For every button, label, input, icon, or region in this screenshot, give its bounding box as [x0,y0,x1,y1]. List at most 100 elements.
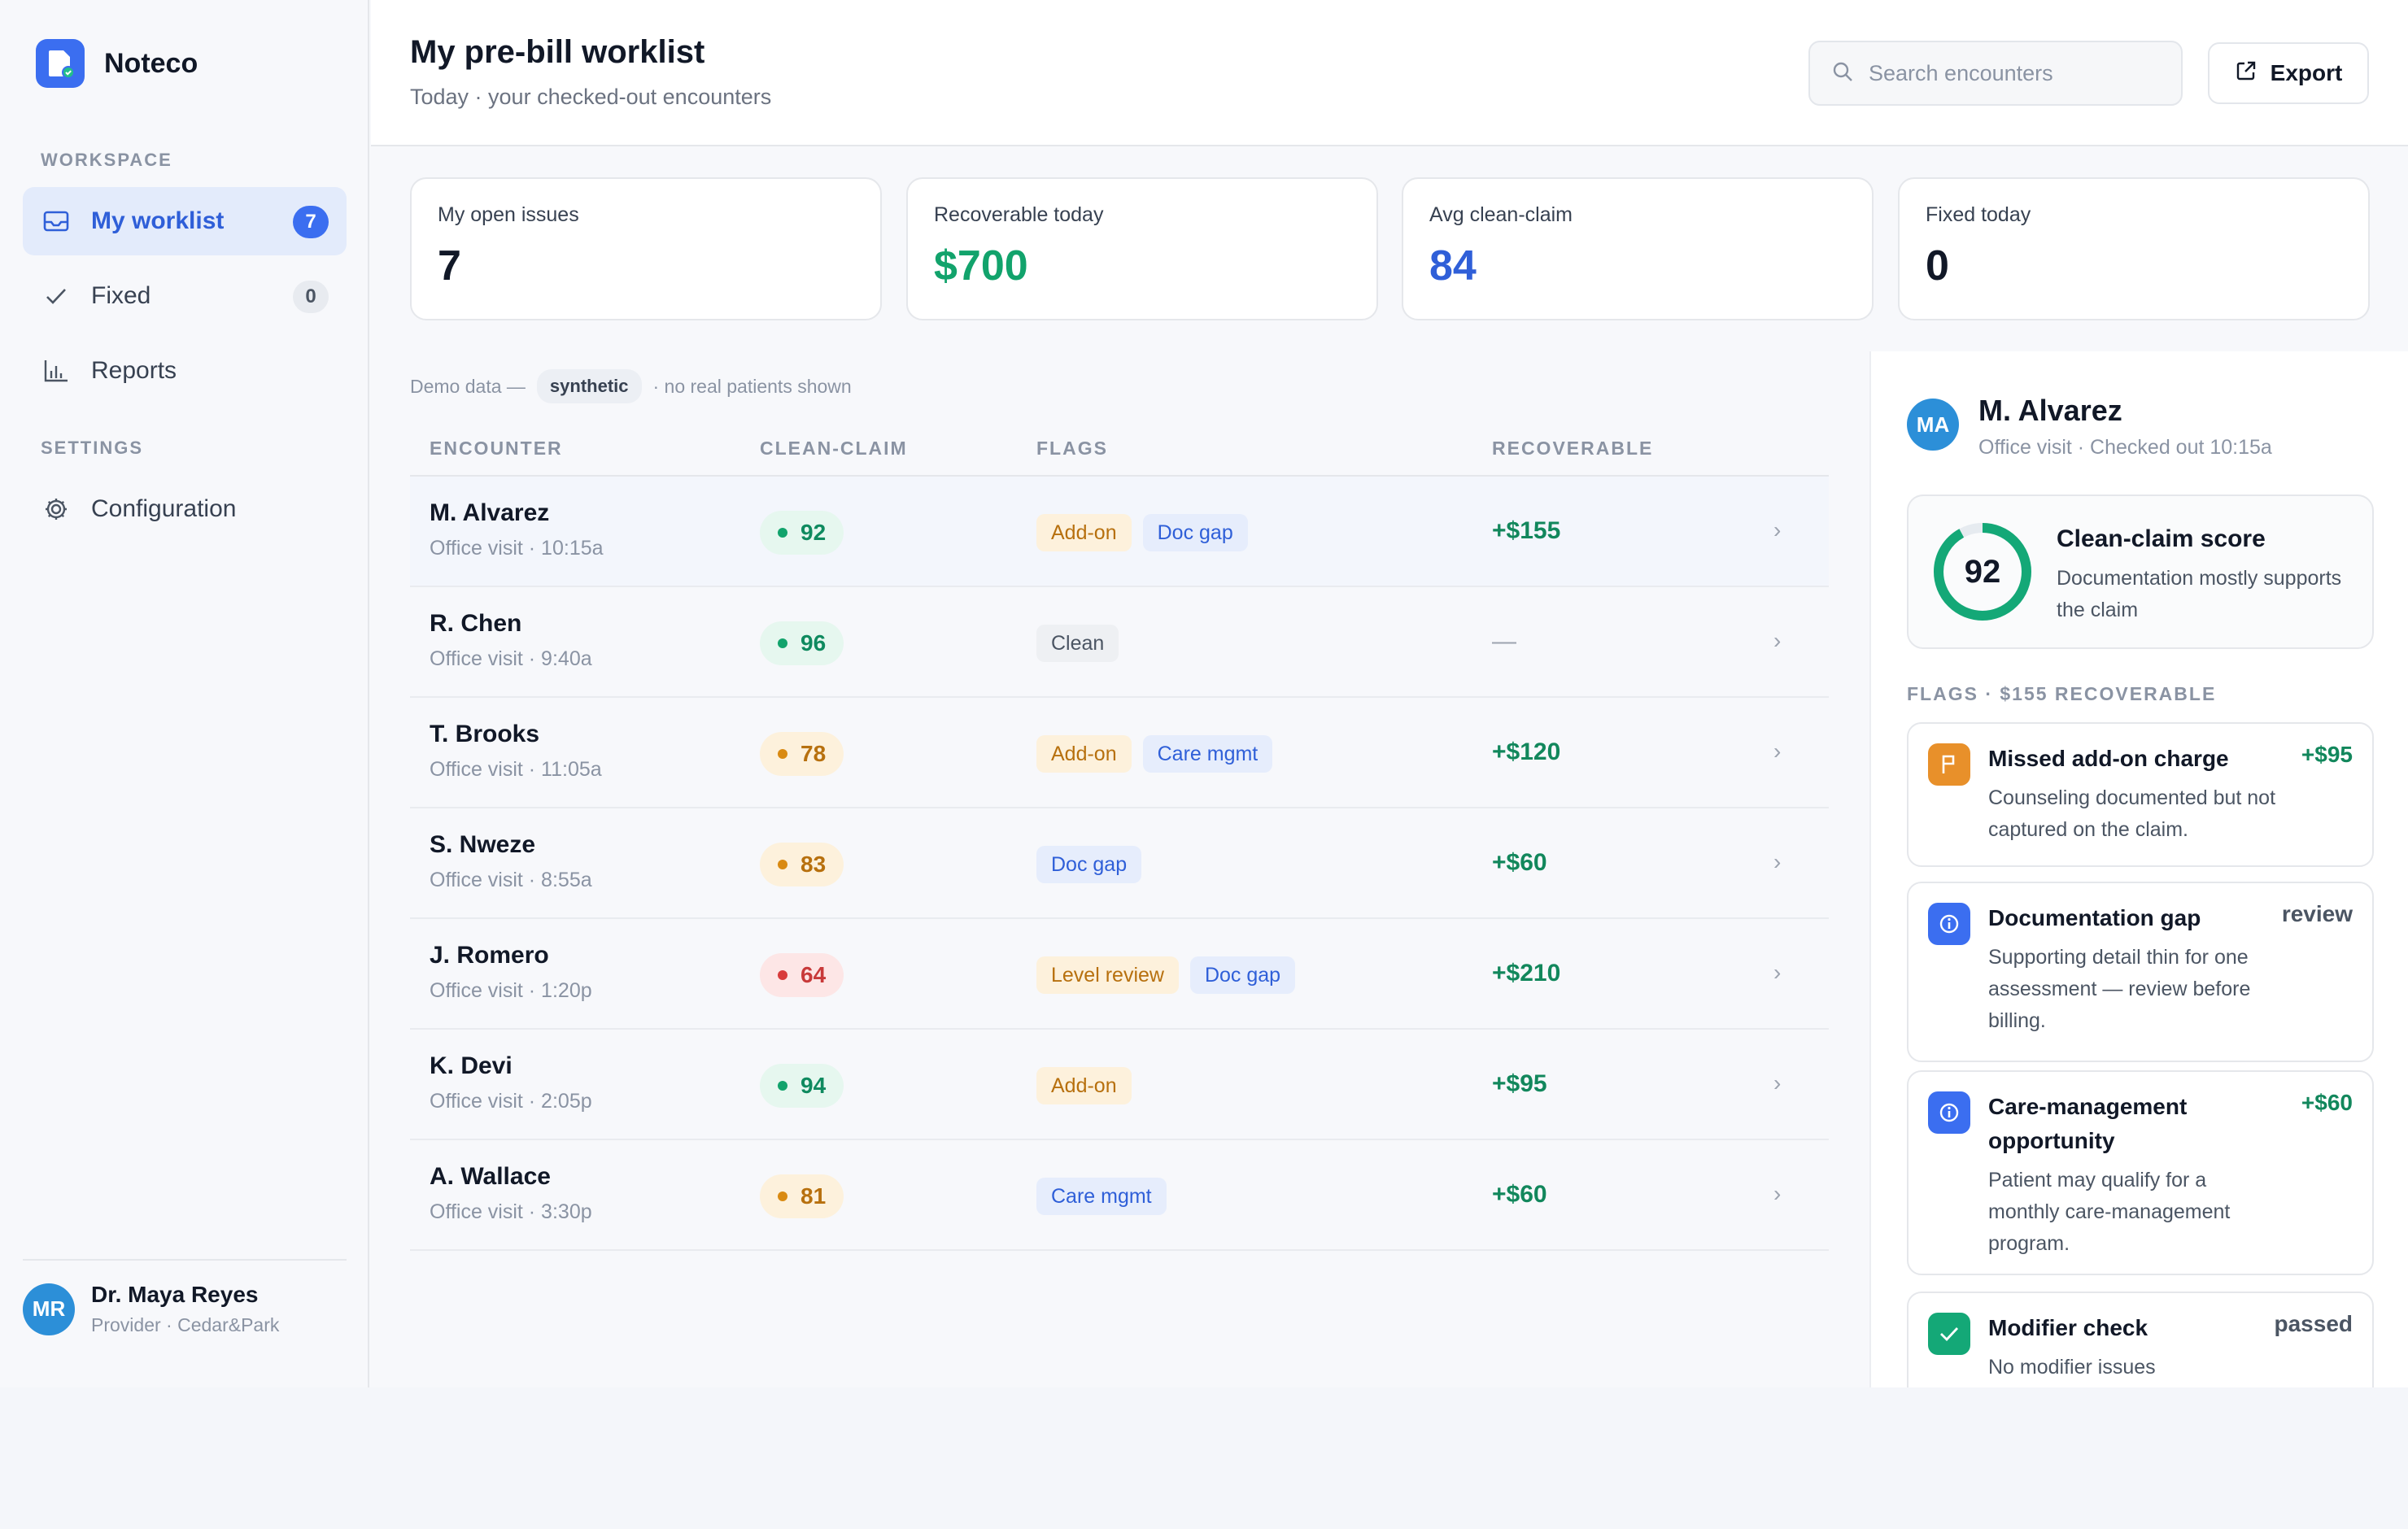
bar-chart-icon [42,357,70,385]
flag-badge: Clean [1036,625,1119,662]
avatar: MR [23,1283,75,1335]
flag-title: Documentation gap [1988,905,2201,930]
encounter-name: M. Alvarez [430,499,550,526]
recoverable-amount: +$60 [1492,849,1547,876]
user-profile[interactable]: MR Dr. Maya Reyes Provider · Cedar&Park [23,1259,347,1336]
export-label: Export [2270,60,2343,85]
sidebar-item-my-worklist[interactable]: My worklist 7 [23,187,347,255]
sidebar-item-fixed[interactable]: Fixed 0 [23,262,347,330]
brand[interactable]: Noteco [36,39,198,88]
flag-title: Missed add-on charge [1988,746,2229,771]
search-box[interactable] [1808,41,2183,106]
score-value: 94 [800,1073,827,1098]
search-input[interactable] [1869,60,2162,86]
flags-list: Level review Doc gap [1036,956,1296,994]
clean-claim-score-badge: 78 [760,732,844,776]
flags-list: Add-on Doc gap [1036,514,1248,551]
recoverable-amount: +$120 [1492,738,1561,765]
flag-card-modifier-check[interactable]: Modifier check No modifier issues passed [1907,1292,2374,1387]
stat-value: $700 [934,242,1028,290]
recoverable-amount: +$210 [1492,960,1561,987]
score-description: Documentation mostly supports the claim [2057,567,2342,621]
app-window: Noteco WORKSPACE My worklist 7 Fixed 0 R… [0,0,2408,1387]
flag-amount: +$60 [2301,1090,2353,1115]
chevron-right-icon: › [1773,517,1782,542]
column-header-encounter[interactable]: ENCOUNTER [430,438,563,460]
table-header: ENCOUNTER CLEAN-CLAIM FLAGS RECOVERABLE [410,423,1829,477]
info-icon [1928,903,1970,945]
page-subtitle: Today · your checked-out encounters [410,85,772,109]
page-title: My pre-bill worklist [410,34,705,70]
user-role: Provider · Cedar&Park [91,1314,280,1335]
table-row[interactable]: J. Romero Office visit · 1:20p 64 Level … [410,919,1829,1030]
encounter-subtitle: Office visit · 9:40a [430,647,592,670]
chevron-right-icon: › [1773,738,1782,764]
flag-status: review [2281,901,2353,926]
table-row[interactable]: K. Devi Office visit · 2:05p 94 Add-on +… [410,1030,1829,1140]
avatar: MA [1907,399,1959,451]
export-button[interactable]: Export [2208,42,2369,104]
table-row[interactable]: S. Nweze Office visit · 8:55a 83 Doc gap… [410,808,1829,919]
encounter-name: R. Chen [430,610,522,637]
flag-badge: Care mgmt [1036,1178,1167,1215]
flags-list: Care mgmt [1036,1178,1167,1215]
flag-card-missed-add-on[interactable]: Missed add-on charge Counseling document… [1907,722,2374,867]
table-row[interactable]: T. Brooks Office visit · 11:05a 78 Add-o… [410,698,1829,808]
flag-amount: +$95 [2301,742,2353,767]
clean-claim-score-badge: 83 [760,843,844,886]
external-link-icon [2235,59,2258,88]
worklist-count-badge: 7 [293,206,329,238]
score-value: 78 [800,741,827,766]
flag-description: Patient may qualify for a monthly care-m… [1988,1169,2231,1255]
status-dot-icon [778,860,787,869]
stat-value: 7 [438,242,461,290]
column-header-flags[interactable]: FLAGS [1036,438,1108,460]
chevron-right-icon: › [1773,1181,1782,1206]
check-icon [42,282,70,310]
sidebar: Noteco WORKSPACE My worklist 7 Fixed 0 R… [0,0,369,1387]
flags-list: Doc gap [1036,846,1142,883]
status-dot-icon [778,638,787,648]
recoverable-amount: +$95 [1492,1070,1547,1097]
table-row[interactable]: A. Wallace Office visit · 3:30p 81 Care … [410,1140,1829,1251]
stat-card-recoverable: Recoverable today $700 [906,177,1378,320]
table-row[interactable]: M. Alvarez Office visit · 10:15a 92 Add-… [410,477,1829,587]
encounter-subtitle: Office visit · 8:55a [430,869,592,891]
flags-list: Clean [1036,625,1119,662]
status-dot-icon [778,528,787,538]
flag-title: Care-management opportunity [1988,1094,2188,1153]
gear-icon [42,495,70,523]
sidebar-item-reports[interactable]: Reports [23,337,347,405]
table-body: M. Alvarez Office visit · 10:15a 92 Add-… [410,477,1829,1251]
sidebar-item-configuration[interactable]: Configuration [23,475,347,543]
flag-card-documentation-gap[interactable]: Documentation gap Supporting detail thin… [1907,882,2374,1062]
brand-name: Noteco [104,47,198,79]
flag-badge: Doc gap [1036,846,1142,883]
search-icon [1831,60,1854,87]
user-name: Dr. Maya Reyes [91,1282,259,1307]
table-row[interactable]: R. Chen Office visit · 9:40a 96 Clean — … [410,587,1829,698]
flag-icon [1928,743,1970,786]
encounter-subtitle: Office visit · 1:20p [430,979,592,1002]
encounter-subtitle: Office visit · 3:30p [430,1200,592,1223]
score-value: 83 [800,852,827,877]
score-value: 81 [800,1183,827,1209]
chevron-right-icon: › [1773,1070,1782,1096]
encounter-detail-panel: MA M. Alvarez Office visit · Checked out… [1869,351,2408,1387]
stat-card-avg-clean-claim: Avg clean-claim 84 [1402,177,1874,320]
encounter-name: A. Wallace [430,1163,551,1190]
sidebar-item-label: My worklist [91,207,225,234]
column-header-recoverable[interactable]: RECOVERABLE [1492,438,1653,460]
demo-note-suffix: · no real patients shown [652,375,852,397]
stat-value: 0 [1926,242,1949,290]
column-header-clean-claim[interactable]: CLEAN-CLAIM [760,438,908,460]
flag-card-care-management[interactable]: Care-management opportunity Patient may … [1907,1070,2374,1275]
demo-data-note: Demo data — synthetic · no real patients… [410,369,852,403]
clean-claim-score-badge: 64 [760,953,844,997]
recoverable-amount: — [1492,628,1516,655]
chevron-right-icon: › [1773,849,1782,874]
sidebar-item-label: Fixed [91,282,151,309]
flag-badge: Add-on [1036,514,1132,551]
clean-claim-score-card: 92 Clean-claim score Documentation mostl… [1907,494,2374,649]
settings-section-label: SETTINGS [41,438,144,458]
